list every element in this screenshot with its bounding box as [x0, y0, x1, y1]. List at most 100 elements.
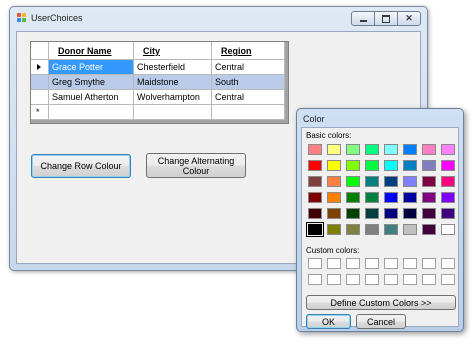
change-alternating-colour-button[interactable]: Change Alternating Colour	[146, 153, 246, 178]
grid-cell[interactable]	[134, 105, 212, 120]
custom-color-swatch[interactable]	[308, 258, 322, 269]
custom-color-swatch[interactable]	[327, 258, 341, 269]
grid-cell[interactable]: Greg Smythe	[49, 75, 134, 90]
color-swatch[interactable]	[308, 176, 322, 187]
custom-color-swatch[interactable]	[365, 258, 379, 269]
color-swatch[interactable]	[384, 176, 398, 187]
custom-color-swatch[interactable]	[365, 274, 379, 285]
maximize-button[interactable]	[374, 11, 398, 26]
custom-color-swatch[interactable]	[346, 274, 360, 285]
color-swatch[interactable]	[308, 160, 322, 171]
column-header-region[interactable]: Region	[212, 42, 285, 60]
row-header[interactable]: *	[31, 105, 49, 120]
color-swatch[interactable]	[365, 224, 379, 235]
color-swatch[interactable]	[327, 224, 341, 235]
color-swatch[interactable]	[346, 224, 360, 235]
color-swatch[interactable]	[403, 208, 417, 219]
custom-color-swatch[interactable]	[308, 274, 322, 285]
custom-color-swatch[interactable]	[384, 274, 398, 285]
grid-cell[interactable]: Maidstone	[134, 75, 212, 90]
color-swatch[interactable]	[422, 224, 436, 235]
color-swatch[interactable]	[403, 224, 417, 235]
define-custom-colors-button[interactable]: Define Custom Colors >>	[306, 295, 456, 310]
grid-cell[interactable]: Central	[212, 60, 285, 75]
color-swatch[interactable]	[327, 160, 341, 171]
table-row[interactable]: Samuel Atherton Wolverhampton Central	[31, 90, 285, 105]
color-swatch[interactable]	[384, 208, 398, 219]
color-swatch[interactable]	[365, 208, 379, 219]
color-swatch[interactable]	[365, 192, 379, 203]
color-swatch[interactable]	[308, 192, 322, 203]
custom-color-swatch[interactable]	[403, 274, 417, 285]
ok-button[interactable]: OK	[306, 314, 351, 329]
table-row[interactable]: Greg Smythe Maidstone South	[31, 75, 285, 90]
grid-cell[interactable]: Central	[212, 90, 285, 105]
color-swatch[interactable]	[308, 144, 322, 155]
column-header-city[interactable]: City	[134, 42, 212, 60]
grid-corner-cell[interactable]	[31, 42, 49, 60]
custom-color-swatch[interactable]	[403, 258, 417, 269]
color-swatch[interactable]	[327, 208, 341, 219]
table-row[interactable]: Grace Potter Chesterfield Central	[31, 60, 285, 75]
row-header[interactable]	[31, 90, 49, 105]
custom-color-swatch[interactable]	[422, 258, 436, 269]
color-swatch[interactable]	[384, 160, 398, 171]
custom-color-swatch[interactable]	[327, 274, 341, 285]
grid-cell[interactable]: Wolverhampton	[134, 90, 212, 105]
color-swatch[interactable]	[384, 144, 398, 155]
color-swatch[interactable]	[327, 176, 341, 187]
color-swatch[interactable]	[441, 144, 455, 155]
minimize-button[interactable]	[351, 11, 375, 26]
color-swatch[interactable]	[327, 144, 341, 155]
donor-grid[interactable]: Donor Name City Region Grace Potter Ches…	[30, 41, 289, 124]
custom-color-swatch[interactable]	[441, 258, 455, 269]
custom-color-swatch[interactable]	[346, 258, 360, 269]
color-swatch[interactable]	[403, 192, 417, 203]
color-swatch[interactable]	[365, 160, 379, 171]
color-swatch[interactable]	[422, 160, 436, 171]
grid-cell[interactable]: Samuel Atherton	[49, 90, 134, 105]
change-row-colour-button[interactable]: Change Row Colour	[31, 154, 131, 178]
color-swatch[interactable]	[308, 208, 322, 219]
row-header[interactable]	[31, 75, 49, 90]
color-swatch[interactable]	[441, 160, 455, 171]
grid-cell[interactable]	[49, 105, 134, 120]
custom-color-swatch[interactable]	[441, 274, 455, 285]
color-swatch[interactable]	[346, 192, 360, 203]
grid-cell[interactable]: Grace Potter	[49, 60, 134, 75]
basic-colors-label: Basic colors:	[306, 131, 352, 140]
color-swatch[interactable]	[403, 144, 417, 155]
color-swatch[interactable]	[422, 144, 436, 155]
custom-color-swatch[interactable]	[422, 274, 436, 285]
cancel-button[interactable]: Cancel	[356, 314, 406, 329]
color-swatch[interactable]	[346, 208, 360, 219]
color-swatch[interactable]	[365, 144, 379, 155]
color-swatch[interactable]	[384, 192, 398, 203]
color-swatch[interactable]	[422, 176, 436, 187]
row-header[interactable]	[31, 60, 49, 75]
minimize-icon	[359, 20, 367, 22]
color-swatch[interactable]	[403, 160, 417, 171]
grid-cell[interactable]	[212, 105, 285, 120]
grid-cell[interactable]: South	[212, 75, 285, 90]
column-header-donor-name[interactable]: Donor Name	[49, 42, 134, 60]
color-swatch[interactable]	[384, 224, 398, 235]
color-swatch[interactable]	[306, 222, 324, 237]
title-bar[interactable]: UserChoices ✕	[10, 7, 427, 29]
close-button[interactable]: ✕	[397, 11, 421, 26]
color-swatch[interactable]	[422, 192, 436, 203]
color-swatch[interactable]	[327, 192, 341, 203]
color-swatch[interactable]	[403, 176, 417, 187]
new-row[interactable]: *	[31, 105, 285, 120]
color-swatch[interactable]	[441, 176, 455, 187]
color-swatch[interactable]	[346, 144, 360, 155]
color-swatch[interactable]	[365, 176, 379, 187]
color-swatch[interactable]	[346, 160, 360, 171]
color-swatch[interactable]	[441, 208, 455, 219]
color-swatch[interactable]	[346, 176, 360, 187]
grid-cell[interactable]: Chesterfield	[134, 60, 212, 75]
color-swatch[interactable]	[441, 224, 455, 235]
color-swatch[interactable]	[422, 208, 436, 219]
custom-color-swatch[interactable]	[384, 258, 398, 269]
color-swatch[interactable]	[441, 192, 455, 203]
